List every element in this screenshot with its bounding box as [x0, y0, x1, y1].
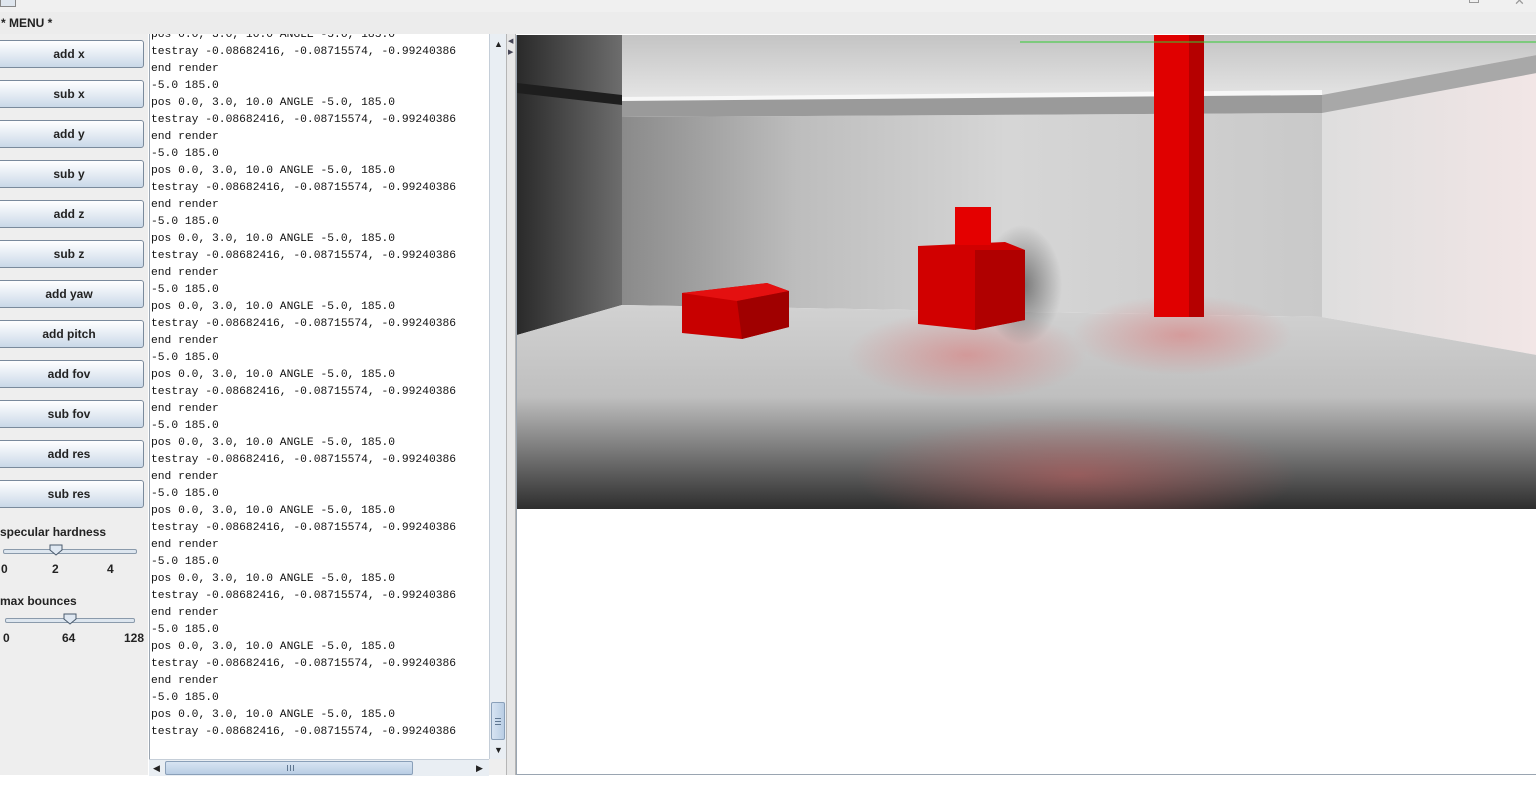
log-line: pos 0.0, 3.0, 10.0 ANGLE -5.0, 185.0 — [151, 573, 396, 585]
log-line: -5.0 185.0 — [151, 352, 219, 364]
log-line: testray -0.08682416, -0.08715574, -0.992… — [151, 46, 457, 58]
log-line: pos 0.0, 3.0, 10.0 ANGLE -5.0, 185.0 — [151, 34, 396, 41]
log-line: end render — [151, 131, 219, 143]
sub-fov-button[interactable]: sub fov — [0, 400, 144, 428]
scroll-up-arrow-icon[interactable]: ▲ — [494, 39, 503, 49]
specular-hardness-label: specular hardness — [0, 525, 107, 539]
add-pitch-button[interactable]: add pitch — [0, 320, 144, 348]
log-line: testray -0.08682416, -0.08715574, -0.992… — [151, 250, 457, 262]
log-line: pos 0.0, 3.0, 10.0 ANGLE -5.0, 185.0 — [151, 369, 396, 381]
log-line: testray -0.08682416, -0.08715574, -0.992… — [151, 114, 457, 126]
log-line: -5.0 185.0 — [151, 488, 219, 500]
close-icon[interactable]: ✕ — [1514, 0, 1525, 7]
log-line: end render — [151, 199, 219, 211]
log-line: -5.0 185.0 — [151, 624, 219, 636]
sub-x-button[interactable]: sub x — [0, 80, 144, 108]
specular-tick-min: 0 — [1, 562, 8, 576]
bounces-tick-mid: 64 — [62, 631, 76, 645]
log-line: pos 0.0, 3.0, 10.0 ANGLE -5.0, 185.0 — [151, 709, 396, 721]
control-panel: add x sub x add y sub y add z sub z add … — [0, 34, 148, 775]
specular-hardness-slider[interactable] — [3, 549, 137, 554]
log-line: testray -0.08682416, -0.08715574, -0.992… — [151, 522, 457, 534]
divider-expand-right-icon[interactable]: ▶ — [508, 49, 513, 57]
menu-title[interactable]: * MENU * — [1, 16, 52, 30]
scrollbar-corner — [489, 759, 506, 775]
log-line: -5.0 185.0 — [151, 80, 219, 92]
maximize-icon[interactable] — [1469, 0, 1479, 3]
add-res-button[interactable]: add res — [0, 440, 144, 468]
window-title-bar: ✕ — [0, 0, 1536, 12]
sub-res-button[interactable]: sub res — [0, 480, 144, 508]
scroll-down-arrow-icon[interactable]: ▼ — [494, 745, 503, 755]
log-line: end render — [151, 471, 219, 483]
log-line: testray -0.08682416, -0.08715574, -0.992… — [151, 658, 457, 670]
rendered-scene-image — [517, 35, 1536, 509]
log-vertical-scrollbar[interactable]: ▲ ▼ — [489, 34, 507, 759]
log-line: -5.0 185.0 — [151, 216, 219, 228]
add-x-button[interactable]: add x — [0, 40, 144, 68]
log-line: pos 0.0, 3.0, 10.0 ANGLE -5.0, 185.0 — [151, 301, 396, 313]
app-icon — [0, 0, 16, 7]
log-line: end render — [151, 63, 219, 75]
menu-bar: * MENU * — [0, 12, 1536, 34]
vertical-scroll-thumb[interactable] — [491, 702, 505, 740]
log-line: end render — [151, 675, 219, 687]
log-line: pos 0.0, 3.0, 10.0 ANGLE -5.0, 185.0 — [151, 97, 396, 109]
specular-hardness-slider-thumb[interactable] — [49, 544, 63, 556]
log-line: pos 0.0, 3.0, 10.0 ANGLE -5.0, 185.0 — [151, 233, 396, 245]
log-line: -5.0 185.0 — [151, 148, 219, 160]
log-line: pos 0.0, 3.0, 10.0 ANGLE -5.0, 185.0 — [151, 165, 396, 177]
max-bounces-slider-thumb[interactable] — [63, 613, 77, 625]
render-viewport[interactable] — [516, 35, 1536, 775]
bounces-tick-max: 128 — [124, 631, 145, 645]
specular-tick-mid: 2 — [52, 562, 59, 576]
log-line: end render — [151, 267, 219, 279]
log-horizontal-scrollbar[interactable]: ◀ ▶ — [149, 759, 489, 776]
log-line: testray -0.08682416, -0.08715574, -0.992… — [151, 454, 457, 466]
scroll-left-arrow-icon[interactable]: ◀ — [153, 763, 160, 773]
log-line: pos 0.0, 3.0, 10.0 ANGLE -5.0, 185.0 — [151, 505, 396, 517]
log-line: end render — [151, 607, 219, 619]
max-bounces-label: max bounces — [0, 594, 77, 608]
add-y-button[interactable]: add y — [0, 120, 144, 148]
log-line: -5.0 185.0 — [151, 556, 219, 568]
bounces-tick-min: 0 — [3, 631, 10, 645]
log-text-area[interactable]: pos 0.0, 3.0, 10.0 ANGLE -5.0, 185.0 test… — [149, 34, 490, 759]
divider-collapse-left-icon[interactable]: ◀ — [508, 38, 513, 46]
log-line: end render — [151, 335, 219, 347]
log-line: testray -0.08682416, -0.08715574, -0.992… — [151, 182, 457, 194]
sub-y-button[interactable]: sub y — [0, 160, 144, 188]
log-line: testray -0.08682416, -0.08715574, -0.992… — [151, 590, 457, 602]
log-line: testray -0.08682416, -0.08715574, -0.992… — [151, 318, 457, 330]
log-line: end render — [151, 403, 219, 415]
add-z-button[interactable]: add z — [0, 200, 144, 228]
add-yaw-button[interactable]: add yaw — [0, 280, 144, 308]
log-line: -5.0 185.0 — [151, 692, 219, 704]
add-fov-button[interactable]: add fov — [0, 360, 144, 388]
log-line: pos 0.0, 3.0, 10.0 ANGLE -5.0, 185.0 — [151, 437, 396, 449]
log-line: -5.0 185.0 — [151, 420, 219, 432]
split-pane-divider[interactable]: ◀ ▶ — [506, 34, 516, 775]
scroll-right-arrow-icon[interactable]: ▶ — [476, 763, 483, 773]
log-line: pos 0.0, 3.0, 10.0 ANGLE -5.0, 185.0 — [151, 641, 396, 653]
horizontal-scroll-thumb[interactable] — [165, 761, 413, 775]
log-line: -5.0 185.0 — [151, 284, 219, 296]
log-line: end render — [151, 539, 219, 551]
log-line: testray -0.08682416, -0.08715574, -0.992… — [151, 386, 457, 398]
log-line: testray -0.08682416, -0.08715574, -0.992… — [151, 726, 457, 738]
specular-tick-max: 4 — [107, 562, 114, 576]
sub-z-button[interactable]: sub z — [0, 240, 144, 268]
